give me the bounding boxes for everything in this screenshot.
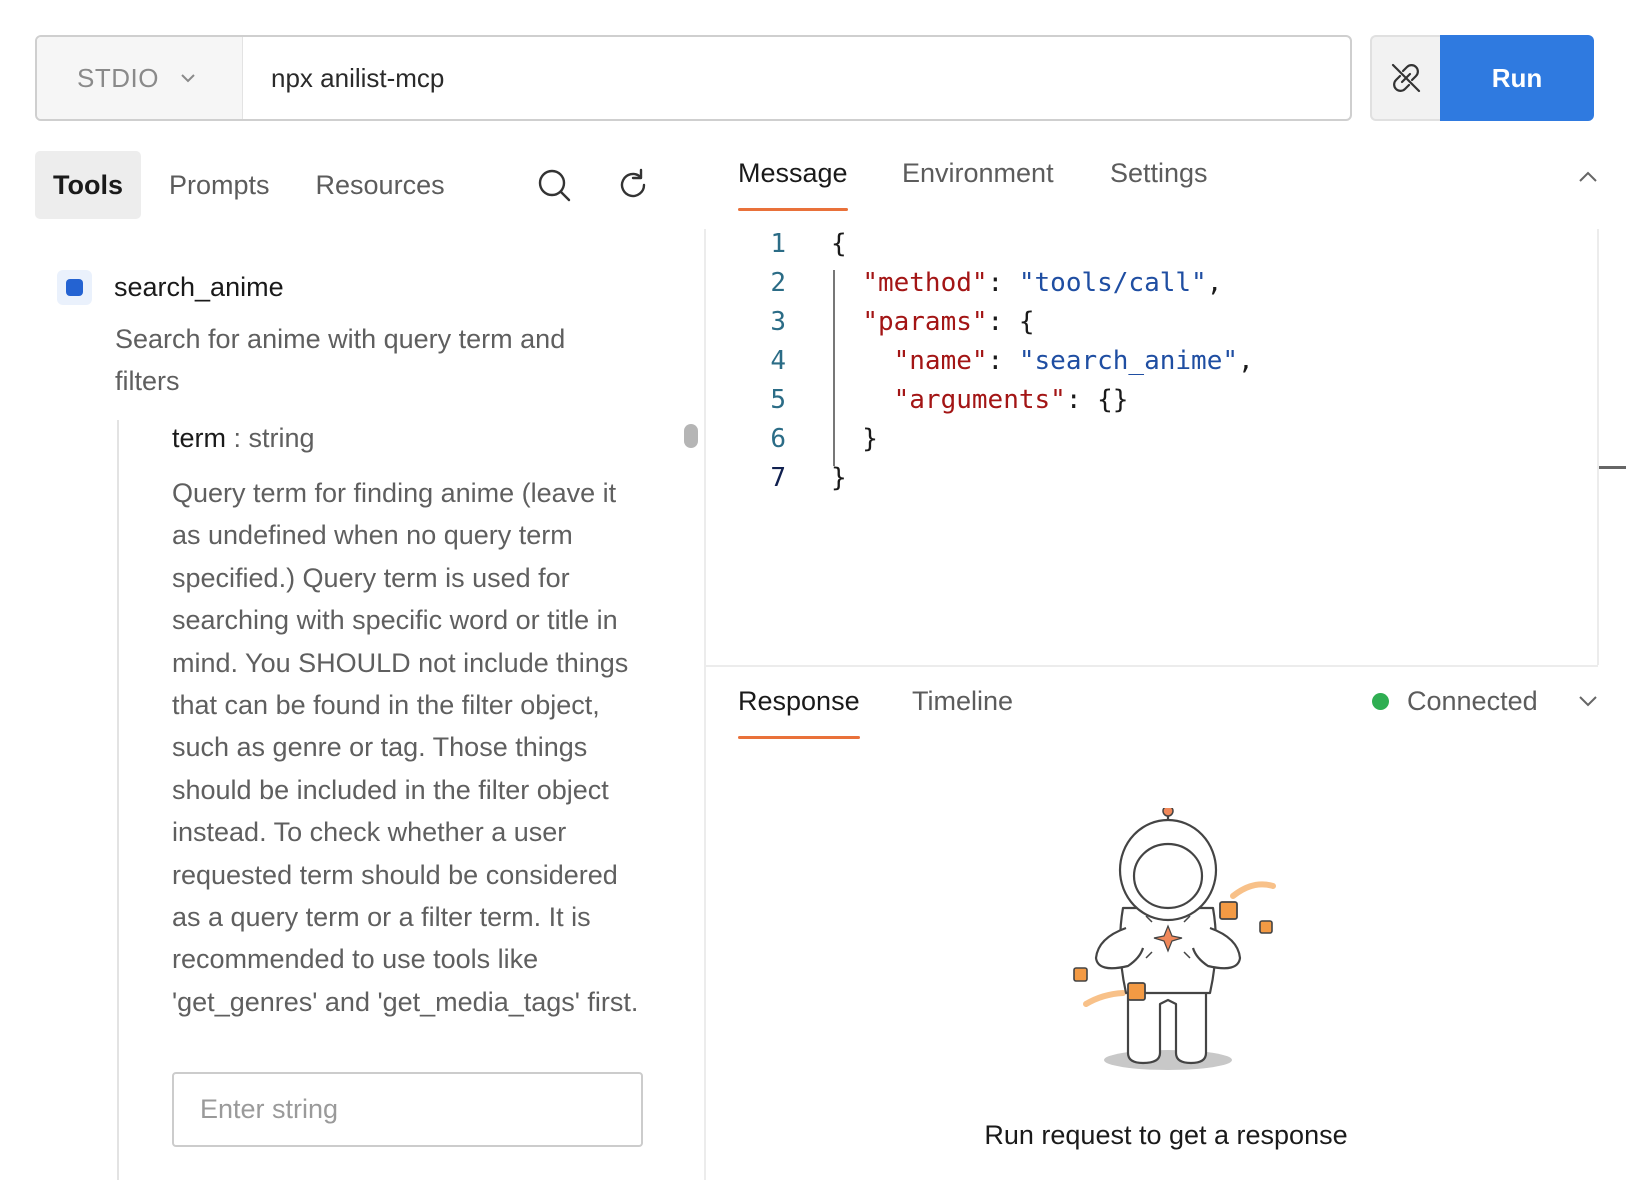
tab-environment[interactable]: Environment (902, 158, 1054, 198)
tab-message-label: Message (738, 158, 848, 188)
pane-divider[interactable] (706, 665, 1598, 667)
tool-description: Search for anime with query term and fil… (115, 324, 566, 396)
tab-timeline[interactable]: Timeline (912, 686, 1013, 726)
line-number: 4 (770, 346, 786, 376)
tab-settings[interactable]: Settings (1110, 158, 1208, 198)
param-guide-line (117, 420, 119, 1180)
json-key: "params" (862, 307, 988, 337)
param-separator: : (226, 423, 249, 453)
refresh-button[interactable] (612, 164, 654, 206)
param-description: Query term for finding anime (leave it a… (172, 478, 639, 1017)
scrollbar-thumb[interactable] (684, 424, 698, 448)
line-number: 1 (770, 229, 786, 259)
active-tab-indicator (738, 208, 848, 211)
tab-prompts[interactable]: Prompts (151, 151, 288, 219)
line-number: 2 (770, 268, 786, 298)
message-editor[interactable]: 1{ 2 "method": "tools/call", 3 "params":… (706, 229, 1598, 665)
line-number: 6 (770, 424, 786, 454)
connection-bar: STDIO npx anilist-mcp (35, 35, 1352, 121)
term-input[interactable] (172, 1072, 643, 1147)
tab-resources[interactable]: Resources (298, 151, 463, 219)
indent-guide (833, 270, 835, 466)
tool-name: search_anime (114, 272, 284, 302)
status-label: Connected (1407, 686, 1538, 716)
chevron-up-icon[interactable] (1573, 162, 1603, 192)
json-key: "name" (893, 346, 988, 376)
tool-checkbox[interactable] (57, 270, 92, 305)
status-dot (1372, 693, 1389, 710)
search-icon (538, 169, 571, 202)
param-name: term (172, 423, 226, 453)
search-button[interactable] (533, 164, 575, 206)
chevron-down-icon[interactable] (1573, 686, 1603, 716)
json-value: "search_anime" (1018, 346, 1239, 376)
connection-status: Connected (1372, 686, 1538, 717)
param-type: string (248, 423, 315, 453)
tab-response[interactable]: Response (738, 686, 860, 739)
editor-scrollbar[interactable] (1597, 229, 1599, 665)
json-value: "tools/call" (1018, 268, 1207, 298)
transport-select[interactable]: STDIO (37, 37, 243, 119)
unlink-icon (1391, 63, 1421, 93)
tool-item[interactable]: search_anime (57, 270, 284, 305)
json-key: "method" (862, 268, 988, 298)
json-key: "arguments" (893, 385, 1066, 415)
chevron-down-icon (181, 74, 195, 83)
active-tab-indicator (738, 736, 860, 739)
transport-label: STDIO (77, 62, 159, 93)
param-header: term : string (172, 423, 315, 454)
command-input[interactable]: npx anilist-mcp (243, 37, 1350, 119)
tab-message[interactable]: Message (738, 158, 848, 211)
tab-tools[interactable]: Tools (35, 151, 141, 219)
refresh-icon (620, 168, 646, 198)
empty-response-message: Run request to get a response (984, 1120, 1348, 1150)
line-number: 5 (770, 385, 786, 415)
sidebar-tabs: Tools Prompts Resources (35, 151, 473, 219)
line-number: 3 (770, 307, 786, 337)
run-button[interactable]: Run (1440, 35, 1594, 121)
line-number: 7 (770, 463, 786, 493)
editor-scroll-marker (1599, 466, 1626, 469)
astronaut-illustration (1073, 808, 1276, 1070)
disconnect-button[interactable] (1370, 35, 1440, 121)
command-text: npx anilist-mcp (271, 62, 445, 93)
tab-response-label: Response (738, 686, 860, 716)
